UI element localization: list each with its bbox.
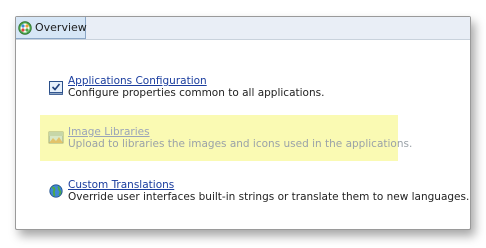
- tab-overview-label: Overview: [35, 21, 87, 34]
- image-libraries-description: Upload to libraries the images and icons…: [68, 138, 413, 150]
- tab-strip: Overview: [16, 17, 470, 40]
- image-libraries-link[interactable]: Image Libraries: [68, 126, 150, 138]
- checkbox-config-icon: [49, 81, 63, 95]
- custom-translations-description: Override user interfaces built-in string…: [68, 191, 470, 203]
- tab-overview[interactable]: Overview: [16, 17, 87, 39]
- applications-configuration-link[interactable]: Applications Configuration: [68, 75, 207, 87]
- custom-translations-link[interactable]: Custom Translations: [68, 179, 174, 191]
- overview-panel: Overview Applications Configuration Conf…: [15, 16, 471, 230]
- overview-icon: [18, 20, 32, 35]
- globe-translate-icon: [49, 184, 63, 198]
- applications-configuration-description: Configure properties common to all appli…: [68, 87, 325, 99]
- image-library-icon: [48, 131, 64, 144]
